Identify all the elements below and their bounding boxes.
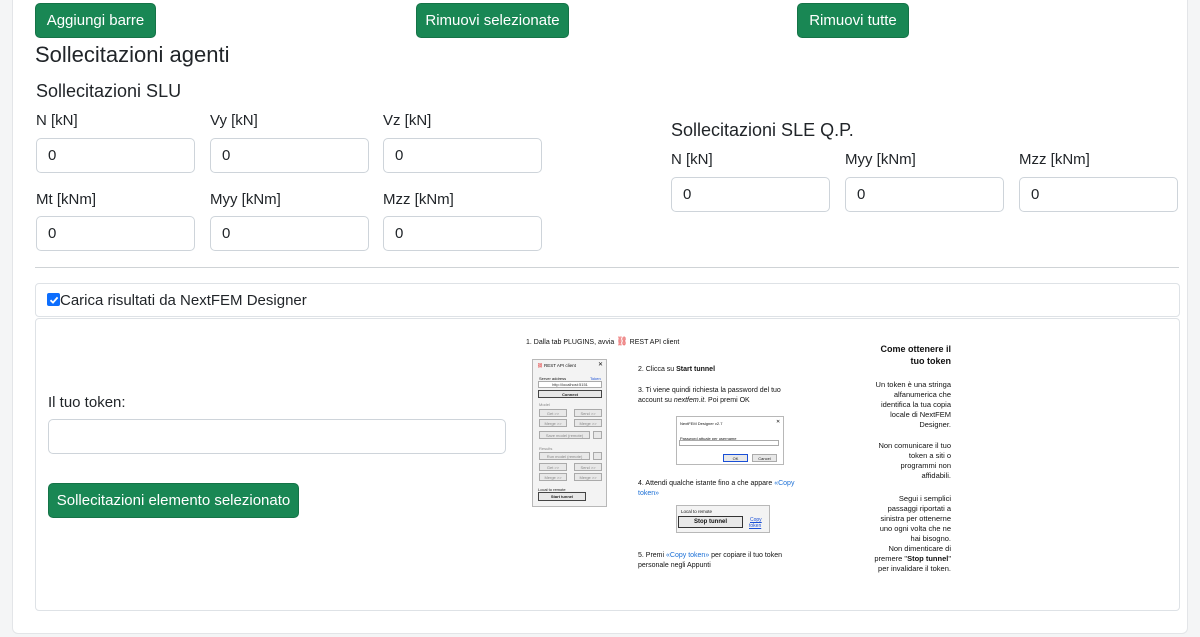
- rest-merge-l-2: Merge >>: [539, 473, 567, 481]
- guide-step1: 1. Dalla tab PLUGINS, avvia ⛓ REST API c…: [526, 336, 680, 347]
- token-input[interactable]: [48, 419, 506, 454]
- rest-get-2: Get >>: [539, 463, 567, 471]
- guide-step4-b: token»: [638, 490, 660, 497]
- slu-mt-label: Mt [kNm]: [36, 191, 96, 208]
- rest-start-tunnel: Start tunnel: [538, 492, 586, 501]
- slu-myy-label: Myy [kNm]: [210, 191, 281, 208]
- side-p3: Segui i semplici passaggi riportati a si…: [874, 494, 951, 573]
- password-dialog-ok: OK: [723, 454, 748, 462]
- rest-save-model: Save model (remote): [539, 431, 590, 439]
- rest-run-icon: [593, 452, 602, 460]
- add-bars-button[interactable]: Aggiungi barre: [35, 3, 156, 38]
- section-title: Sollecitazioni agenti: [35, 42, 230, 67]
- guide-step3-a: 3. Ti viene quindi richiesta la password…: [638, 387, 781, 394]
- slu-n-input[interactable]: [36, 138, 195, 173]
- sle-n-label: N [kN]: [671, 151, 713, 168]
- slu-vz-label: Vz [kN]: [383, 112, 432, 129]
- rest-run-model: Run model (remote): [539, 452, 590, 460]
- sle-myy-input[interactable]: [845, 177, 1004, 212]
- guide-step5-b: personale negli Appunti: [638, 562, 711, 569]
- sle-mzz-input[interactable]: [1019, 177, 1178, 212]
- guide-step4-a: 4. Attendi qualche istante fino a che ap…: [638, 480, 795, 487]
- rest-client-close-icon: ✕: [598, 362, 604, 368]
- rest-send: Send >>: [574, 409, 602, 417]
- tunnel-copy-b: token: [749, 523, 762, 529]
- guide-step5-a: 5. Premi «Copy token» per copiare il tuo…: [638, 552, 782, 559]
- rest-merge-r: Merge >>: [574, 419, 602, 427]
- remove-selected-button[interactable]: Rimuovi selezionate: [416, 3, 569, 38]
- slu-myy-input[interactable]: [210, 216, 369, 251]
- slu-mt-input[interactable]: [36, 216, 195, 251]
- side-p2: Non comunicare il tuo token a siti o pro…: [878, 441, 951, 480]
- rest-get: Get >>: [539, 409, 567, 417]
- tunnel-stop: Stop tunnel: [678, 516, 743, 528]
- password-dialog-cancel: Cancel: [752, 454, 777, 462]
- slu-mzz-label: Mzz [kNm]: [383, 191, 454, 208]
- rest-merge-r-2: Merge >>: [574, 473, 602, 481]
- side-p1: Un token è una stringa alfanumerica che …: [875, 380, 951, 429]
- rest-address: http://localhost:5151: [538, 381, 602, 388]
- side-title: Come ottenere il tuo token: [880, 344, 951, 366]
- load-element-forces-button[interactable]: Sollecitazioni elemento selezionato: [48, 483, 299, 518]
- slu-n-label: N [kN]: [36, 112, 78, 129]
- slu-title: Sollecitazioni SLU: [36, 81, 182, 101]
- rest-model-label: Model: [539, 402, 550, 407]
- sle-mzz-label: Mzz [kNm]: [1019, 151, 1090, 168]
- nextfem-panel: [35, 318, 1180, 611]
- slu-mzz-input[interactable]: [383, 216, 542, 251]
- rest-send-2: Send >>: [574, 463, 602, 471]
- rest-client-title: ⛓ REST API client: [537, 363, 576, 368]
- remove-all-button[interactable]: Rimuovi tutte: [797, 3, 909, 38]
- sle-title: Sollecitazioni SLE Q.P.: [671, 120, 854, 140]
- divider: [35, 267, 1179, 268]
- check-icon: [49, 296, 58, 304]
- sle-n-input[interactable]: [671, 177, 830, 212]
- guide-step2: 2. Clicca su Start tunnel: [638, 366, 716, 373]
- sle-myy-label: Myy [kNm]: [845, 151, 916, 168]
- token-label: Il tuo token:: [48, 394, 126, 411]
- slu-vy-input[interactable]: [210, 138, 369, 173]
- nextfem-checkbox[interactable]: [47, 293, 60, 306]
- slu-vy-label: Vy [kN]: [210, 112, 258, 129]
- rest-save-icon: [593, 431, 602, 439]
- password-dialog-field: [679, 440, 779, 446]
- nextfem-checkbox-label[interactable]: Carica risultati da NextFEM Designer: [60, 292, 307, 309]
- rest-connect: Connect: [538, 390, 602, 398]
- slu-vz-input[interactable]: [383, 138, 542, 173]
- link-icon: ⛓: [616, 336, 628, 346]
- password-dialog-title: NextFEM Designer v2.7: [680, 421, 723, 426]
- tunnel-box-label: Local to remote: [681, 509, 713, 514]
- guide-step3-b: account su nextfem.it. Poi premi OK: [638, 397, 750, 404]
- rest-merge-l: Merge >>: [539, 419, 567, 427]
- password-dialog-close-icon: ✕: [776, 419, 781, 425]
